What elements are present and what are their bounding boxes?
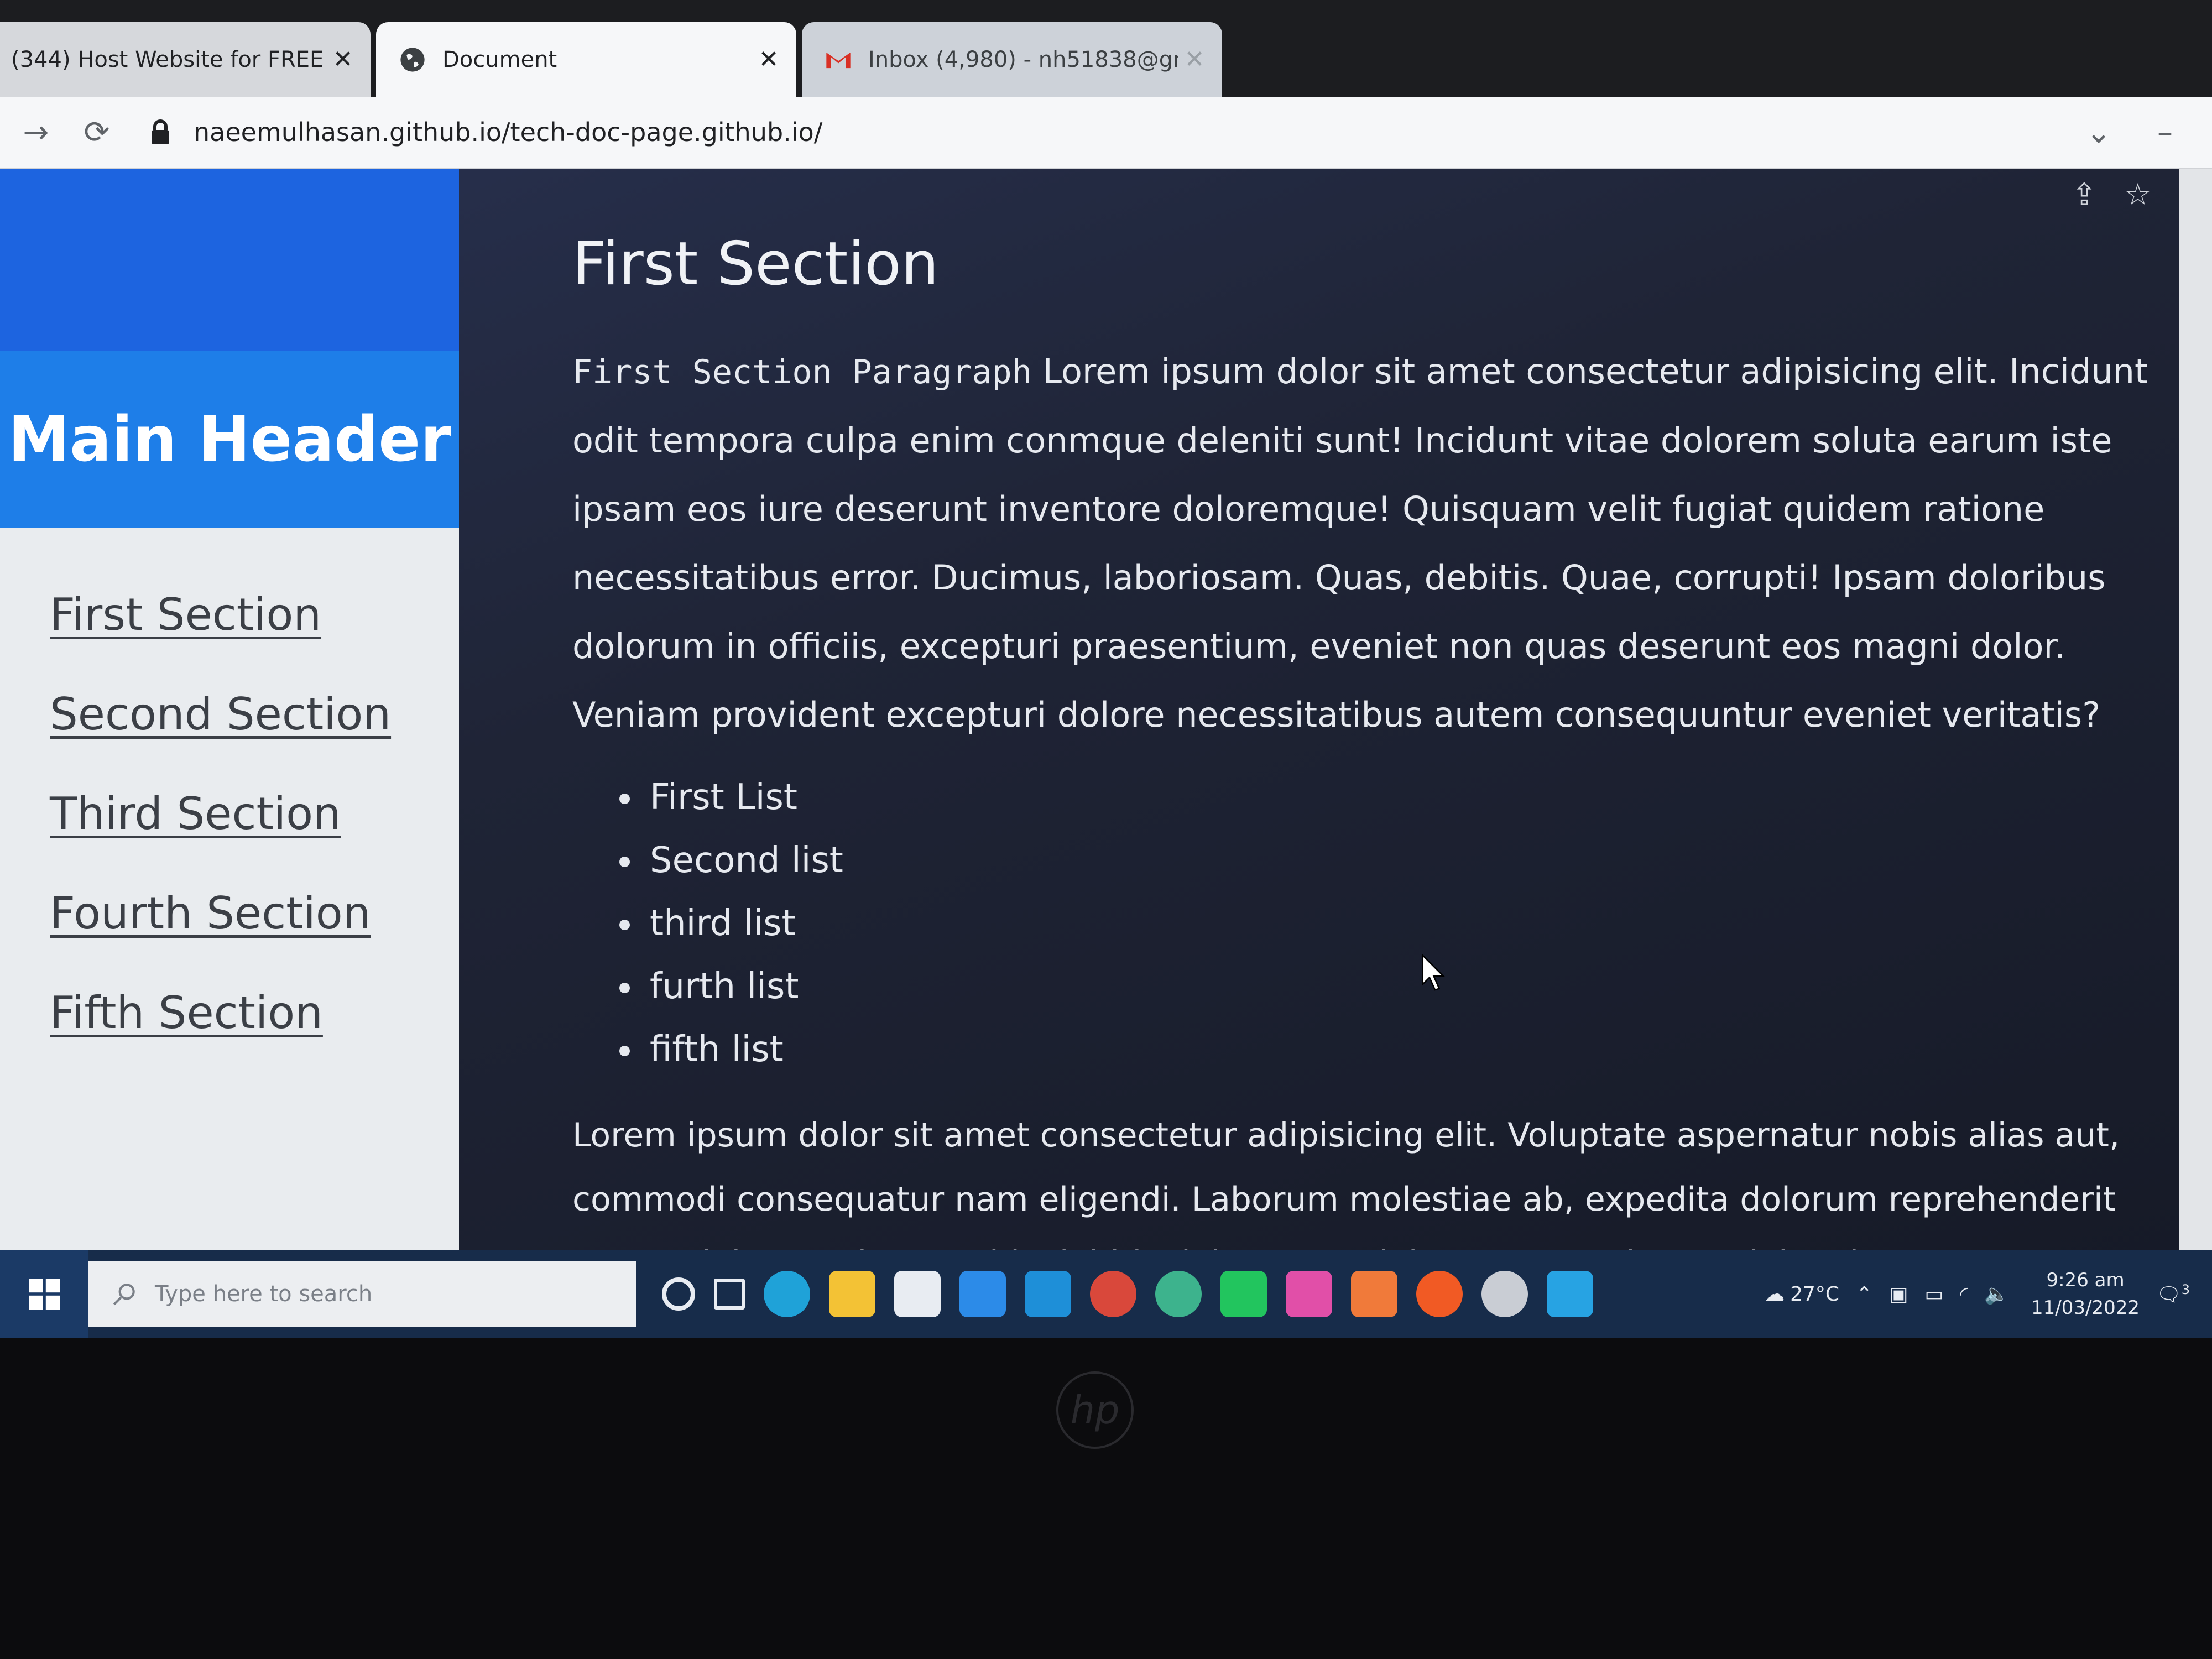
nav-list: First Section Second Section Third Secti… xyxy=(50,589,391,1087)
taskbar-search-box[interactable]: Type here to search xyxy=(88,1261,636,1327)
search-icon xyxy=(113,1284,135,1306)
nav-link-second-section[interactable]: Second Section xyxy=(50,688,391,740)
share-icon[interactable]: ⇪ xyxy=(2072,177,2096,212)
app-pink-icon[interactable] xyxy=(1286,1271,1332,1317)
nav-link-fourth-section[interactable]: Fourth Section xyxy=(50,888,371,939)
sidebar-top-band xyxy=(0,169,459,351)
battery-icon[interactable]: ▭ xyxy=(1924,1283,1943,1306)
bullet-list: First List Second list third list furth … xyxy=(644,766,2176,1081)
clock-date: 11/03/2022 xyxy=(2031,1297,2140,1319)
weather-temp[interactable]: 27°C xyxy=(1790,1283,1839,1306)
forward-icon[interactable]: → xyxy=(11,107,61,157)
browser-toolbar: → ⟳ naeemulhasan.github.io/tech-doc-page… xyxy=(0,97,2212,169)
list-item: fifth list xyxy=(644,1018,2176,1081)
start-button[interactable] xyxy=(0,1250,88,1338)
cortana-icon[interactable] xyxy=(662,1277,695,1311)
sidebar-header: Main Header xyxy=(0,351,459,528)
volume-icon[interactable]: 🔈 xyxy=(1984,1282,2009,1306)
nav-link-fifth-section[interactable]: Fifth Section xyxy=(50,987,323,1039)
notification-icon[interactable]: 🗨3 xyxy=(2156,1282,2190,1306)
nav-link-third-section[interactable]: Third Section xyxy=(50,788,341,839)
section-title: First Section xyxy=(572,229,939,299)
nav-item: First Section xyxy=(50,589,391,688)
nav-item: Third Section xyxy=(50,788,391,888)
meet-now-icon[interactable]: ▣ xyxy=(1889,1283,1908,1306)
wifi-icon[interactable]: ◜ xyxy=(1960,1283,1968,1306)
nav-item: Fifth Section xyxy=(50,987,391,1087)
bookmark-star-icon[interactable]: ☆ xyxy=(2125,177,2151,212)
list-item: third list xyxy=(644,892,2176,955)
github-icon[interactable] xyxy=(1481,1271,1528,1317)
paragraph-text: Lorem ipsum dolor sit amet consectetur a… xyxy=(572,351,2148,735)
file-explorer-icon[interactable] xyxy=(829,1271,875,1317)
main-header: Main Header xyxy=(8,404,451,476)
nav-item: Fourth Section xyxy=(50,888,391,987)
notification-count: 3 xyxy=(2181,1282,2190,1297)
tab-title: Document xyxy=(442,46,557,72)
nav-item: Second Section xyxy=(50,688,391,788)
pycharm-icon[interactable] xyxy=(1220,1271,1267,1317)
browser-icon[interactable] xyxy=(1155,1271,1202,1317)
list-item: First List xyxy=(644,766,2176,829)
chrome-icon[interactable] xyxy=(1090,1271,1136,1317)
xampp-icon[interactable] xyxy=(1351,1271,1397,1317)
main-content: First Section First Section Paragraph Lo… xyxy=(572,229,2176,1280)
tab-document[interactable]: Document ✕ xyxy=(376,22,796,97)
close-tab-icon[interactable]: ✕ xyxy=(1178,45,1211,74)
tab-search-chevron-icon[interactable]: ⌄ xyxy=(2074,107,2124,157)
close-tab-icon[interactable]: ✕ xyxy=(326,45,359,74)
weather-icon[interactable]: ☁ xyxy=(1765,1283,1785,1306)
store-icon[interactable] xyxy=(894,1271,941,1317)
gmail-icon xyxy=(826,52,851,68)
scrollbar[interactable]: ▼ xyxy=(2179,169,2212,1280)
tab-youtube[interactable]: (344) Host Website for FREE on C ✕ xyxy=(0,22,371,97)
tab-title: Inbox (4,980) - nh51838@gmail xyxy=(868,46,1178,72)
vscode-icon[interactable] xyxy=(1025,1271,1071,1317)
hp-logo-icon: hp xyxy=(1056,1371,1134,1449)
sidebar: Main Header First Section Second Section… xyxy=(0,169,459,1280)
system-tray: ☁ 27°C ⌃ ▣ ▭ ◜ 🔈 9:26 am 11/03/2022 🗨3 xyxy=(1748,1266,2190,1322)
reload-icon[interactable]: ⟳ xyxy=(72,107,122,157)
lock-icon xyxy=(152,119,169,144)
list-item: Second list xyxy=(644,829,2176,892)
paragraph-code-label: First Section Paragraph xyxy=(572,353,1032,392)
minimize-icon[interactable]: – xyxy=(2140,107,2190,157)
mail-icon[interactable] xyxy=(959,1271,1006,1317)
chevron-up-icon[interactable]: ⌃ xyxy=(1856,1283,1872,1306)
close-tab-icon[interactable]: ✕ xyxy=(752,45,785,74)
section-paragraph: First Section Paragraph Lorem ipsum dolo… xyxy=(572,337,2176,749)
taskbar: Type here to search ☁ 27°C ⌃ ▣ ▭ ◜ 🔈 9:2… xyxy=(0,1250,2212,1338)
app-blue-icon[interactable] xyxy=(1547,1271,1593,1317)
url-text: naeemulhasan.github.io/tech-doc-page.git… xyxy=(194,117,823,147)
globe-icon xyxy=(400,47,425,72)
tab-strip: (344) Host Website for FREE on C ✕ Docum… xyxy=(0,0,2212,97)
clock-time: 9:26 am xyxy=(2046,1269,2125,1291)
edge-icon[interactable] xyxy=(764,1271,810,1317)
list-item: furth list xyxy=(644,955,2176,1018)
tab-title: (344) Host Website for FREE on C xyxy=(11,46,326,72)
firefox-icon[interactable] xyxy=(1416,1271,1463,1317)
clock[interactable]: 9:26 am 11/03/2022 xyxy=(2031,1266,2140,1322)
windows-logo-icon xyxy=(29,1279,60,1310)
nav-link-first-section[interactable]: First Section xyxy=(50,589,321,640)
search-placeholder: Type here to search xyxy=(155,1281,373,1307)
tab-gmail[interactable]: Inbox (4,980) - nh51838@gmail ✕ xyxy=(802,22,1222,97)
address-bar[interactable]: naeemulhasan.github.io/tech-doc-page.git… xyxy=(138,106,1963,159)
mouse-cursor-icon xyxy=(1422,954,1446,991)
page-viewport: ⇪ ☆ Main Header First Section Second Sec… xyxy=(0,169,2212,1280)
task-view-icon[interactable] xyxy=(714,1279,745,1310)
